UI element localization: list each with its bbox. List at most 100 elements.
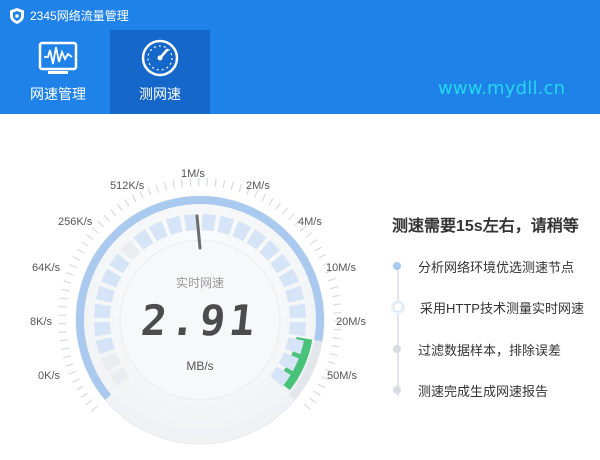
steps-timeline <box>397 266 399 396</box>
gauge-segment <box>288 321 306 337</box>
scale-label-10m: 10M/s <box>326 262 356 274</box>
gauge-tick <box>275 202 281 210</box>
gauge-tick <box>313 390 321 396</box>
gauge-tick <box>155 184 160 193</box>
step-item: 分析网络环境优选测速节点 <box>392 256 574 276</box>
speed-value-display: 2.91 <box>138 296 262 345</box>
gauge-tick <box>68 370 77 375</box>
gauge-tick <box>147 187 152 196</box>
gauge-tick <box>63 355 72 359</box>
step-pending-dot <box>393 345 401 353</box>
realtime-speed-caption: 实时网速 <box>175 276 224 290</box>
gauge-tick <box>86 234 94 240</box>
gauge-tick <box>314 246 323 252</box>
step-active-dot <box>393 302 403 312</box>
gauge-tick <box>69 263 77 269</box>
speed-gauge: 0K/s 8K/s 64K/s 256K/s 512K/s 1M/s 2M/s … <box>0 114 380 460</box>
gauge-tick <box>333 328 342 331</box>
gauge-tick <box>282 207 288 215</box>
gauge-tick <box>327 360 336 365</box>
gauge-tick <box>131 194 137 203</box>
scale-label-50m: 50M/s <box>327 370 357 382</box>
step-item: 过滤数据样本，排除误差 <box>392 339 561 359</box>
title-bar: 2345网络流量管理 网速管理 测网速 www.mydll.cn <box>0 0 600 114</box>
gauge-tick <box>103 214 110 222</box>
gauge-tick <box>76 385 84 391</box>
gauge-tick <box>58 331 67 333</box>
step-label: 分析网络环境优选测速节点 <box>418 259 575 275</box>
gauge-tick <box>58 305 67 308</box>
gauge-tick <box>230 181 234 190</box>
gauge-tick <box>180 179 184 188</box>
gauge-tick <box>65 363 74 367</box>
gauge-tick <box>331 294 340 298</box>
scale-label-1m: 1M/s <box>181 168 205 180</box>
gauge-tick <box>331 344 340 348</box>
scale-label-4m: 4M/s <box>298 216 322 228</box>
gauge-tick <box>90 405 98 412</box>
speed-unit: MB/s <box>186 359 214 373</box>
nav-label: 网速管理 <box>30 86 86 102</box>
gauge-tick <box>332 336 341 340</box>
gauge-segment <box>201 214 217 232</box>
watermark-text: www.mydll.cn <box>438 78 566 99</box>
step-label: 过滤数据样本，排除误差 <box>418 342 562 358</box>
gauge-tick <box>72 256 81 261</box>
gauge-tick <box>305 232 313 238</box>
gauge-tick <box>172 180 176 189</box>
scale-label-512k: 512K/s <box>110 180 145 192</box>
scale-label-0k: 0K/s <box>38 370 61 382</box>
gauge-tick <box>124 199 130 207</box>
gauge-tick <box>303 403 311 410</box>
gauge-tick <box>97 220 105 228</box>
shield-logo-icon <box>10 7 24 24</box>
step-item: 测速完成生成网速报告 <box>392 380 548 400</box>
gauge-segment <box>94 321 112 337</box>
nav-net-speed-manage[interactable]: 网速管理 <box>8 30 108 114</box>
gauge-tick <box>318 253 327 259</box>
step-pending-dot <box>393 386 401 394</box>
gauge-tick <box>261 193 267 202</box>
step-done-dot <box>393 262 401 270</box>
gauge-tick <box>110 209 117 217</box>
scale-label-8k: 8K/s <box>30 316 53 328</box>
gauge-tick <box>238 184 243 193</box>
step-item: 采用HTTP技术测量实时网速 <box>392 297 584 317</box>
scale-label-20m: 20M/s <box>336 316 366 328</box>
gauge-tick <box>59 297 68 300</box>
monitor-graph-icon <box>38 41 78 74</box>
nav-speed-test[interactable]: 测网速 <box>110 30 210 114</box>
gauge-tick <box>85 399 93 405</box>
gauge-tick <box>59 339 68 342</box>
gauge-tick <box>310 239 318 245</box>
step-label: 测速完成生成网速报告 <box>418 383 549 399</box>
gauge-tick <box>214 178 217 187</box>
gauge-tick <box>61 288 70 292</box>
gauge-tick <box>63 280 72 284</box>
gauge-tick <box>65 272 74 276</box>
app-title: 2345网络流量管理 <box>10 7 129 24</box>
gauge-tick <box>163 182 168 191</box>
scale-label-256k: 256K/s <box>58 216 93 228</box>
gauge-tick <box>81 241 89 247</box>
gauge-tick <box>327 277 336 282</box>
gauge-tick <box>117 204 123 212</box>
gauge-tick <box>329 352 338 357</box>
app-title-text: 2345网络流量管理 <box>30 9 129 23</box>
gauge-tick <box>60 347 70 351</box>
status-panel: 测速需要15s左右，请稍等 分析网络环境优选测速节点 采用HTTP技术测量实时网… <box>380 114 600 460</box>
speedometer-icon <box>141 39 179 77</box>
gauge-tick <box>333 303 342 306</box>
gauge-tick <box>222 180 226 189</box>
gauge-tick <box>72 378 80 383</box>
gauge-tick <box>317 383 326 389</box>
nav-label: 测网速 <box>139 86 181 102</box>
gauge-segment <box>288 303 306 319</box>
gauge-tick <box>308 397 316 403</box>
status-headline: 测速需要15s左右，请稍等 <box>392 218 579 235</box>
gauge-tick <box>76 248 85 254</box>
gauge-tick <box>288 213 295 221</box>
gauge-tick <box>91 227 99 234</box>
gauge-tick <box>268 197 274 206</box>
gauge-tick <box>80 392 88 398</box>
